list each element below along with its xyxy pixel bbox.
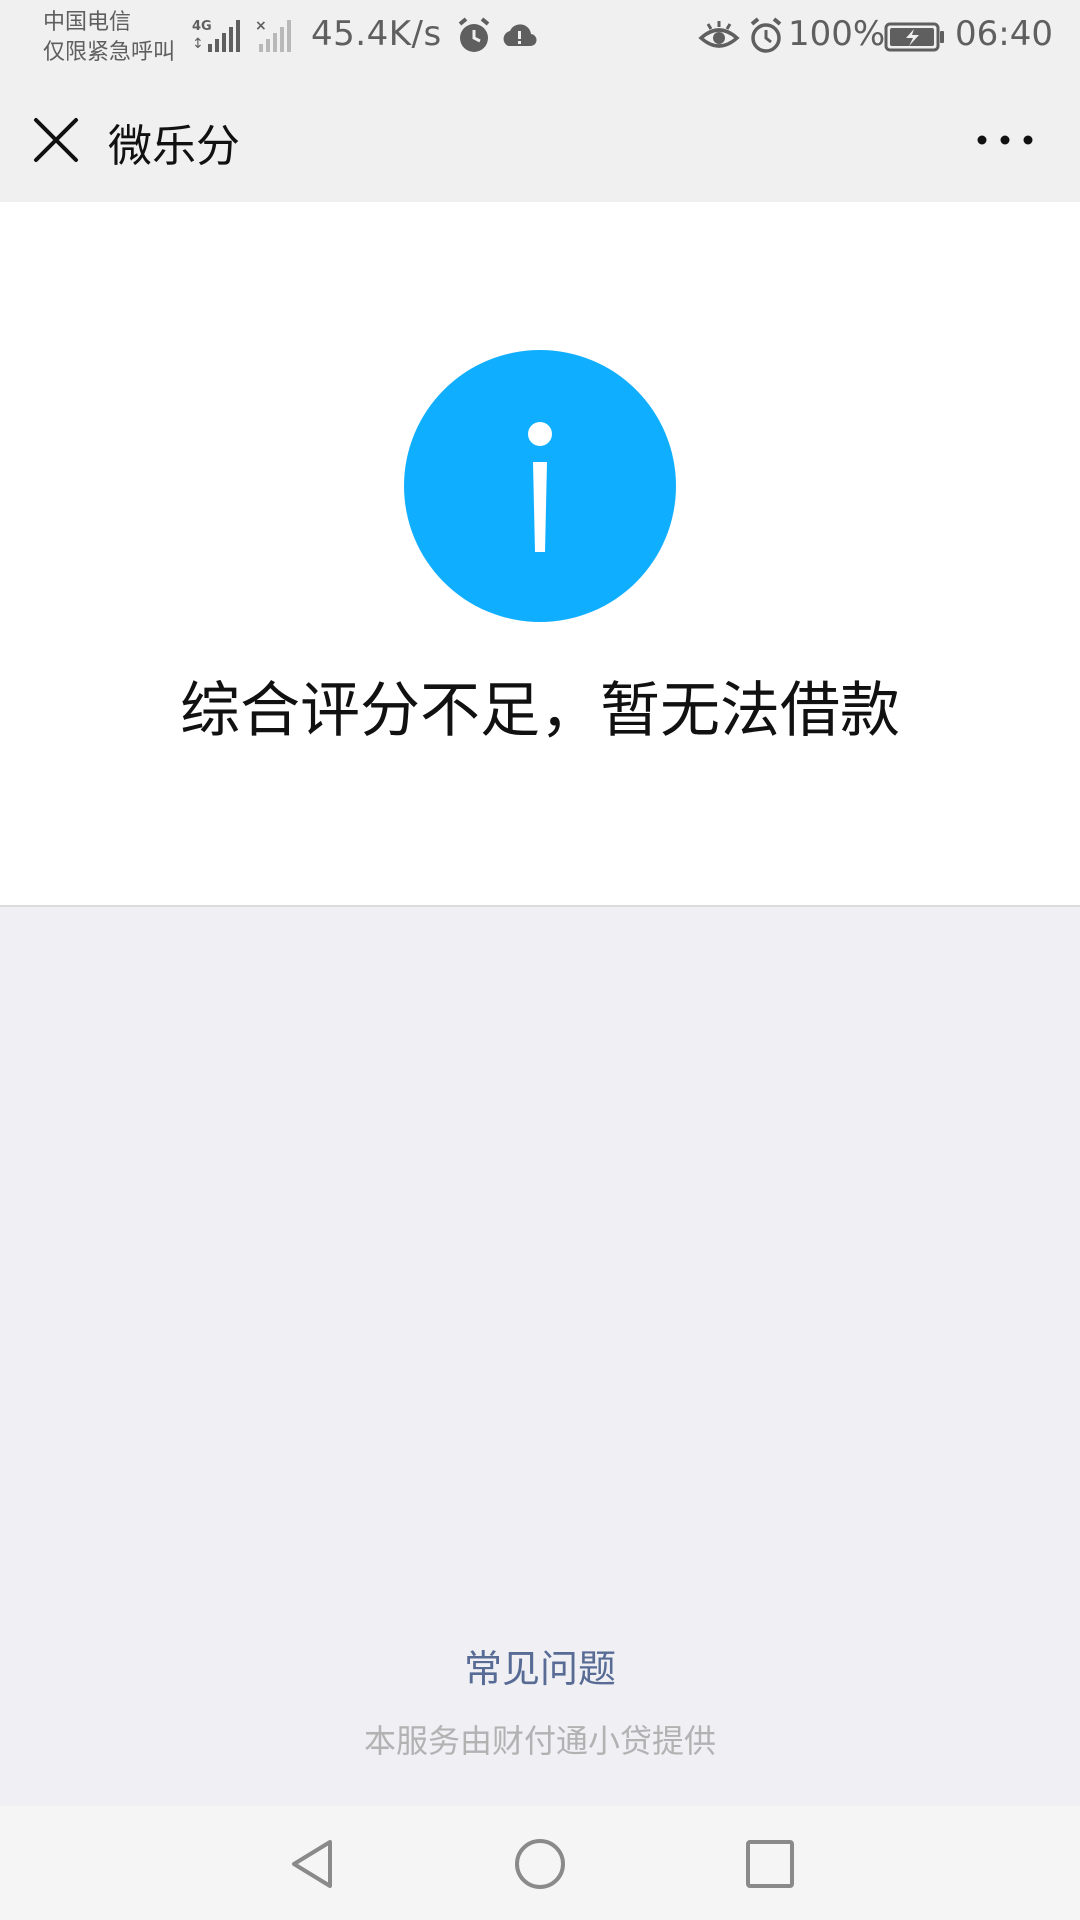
no-signal-icon: × (255, 18, 291, 52)
svg-text:↕: ↕ (192, 36, 204, 52)
signal-4g-icon: 4G ↕ (192, 19, 240, 52)
carrier-name: 中国电信 (43, 10, 132, 35)
more-icon[interactable] (970, 118, 1040, 162)
carrier-info: 中国电信 仅限紧急呼叫 (43, 8, 175, 68)
close-icon[interactable] (28, 112, 84, 168)
nav-bar: 微乐分 (0, 78, 1080, 202)
cloud-alert-icon (503, 24, 537, 47)
status-bar: 中国电信 仅限紧急呼叫 4G ↕ × 45.4K/s 100% 06:40 (0, 0, 1080, 78)
battery-charging-icon (884, 22, 944, 52)
result-message: 综合评分不足，暂无法借款 (180, 676, 900, 746)
network-type: 4G (192, 19, 212, 34)
page-title: 微乐分 (108, 121, 240, 172)
alarm-icon (458, 17, 490, 52)
battery-percent: 100% (788, 14, 886, 54)
svg-text:×: × (255, 18, 267, 34)
back-icon[interactable] (284, 1836, 340, 1892)
carrier-status: 仅限紧急呼叫 (43, 40, 176, 65)
faq-link[interactable]: 常见问题 (0, 1638, 1080, 1693)
home-icon[interactable] (512, 1836, 568, 1892)
recents-icon[interactable] (742, 1836, 798, 1892)
system-nav-bar (0, 1806, 1080, 1920)
eye-icon (698, 21, 740, 48)
alarm-icon (750, 17, 782, 53)
result-card: 综合评分不足，暂无法借款 (0, 202, 1080, 907)
net-speed: 45.4K/s (311, 14, 442, 54)
provider-note: 本服务由财付通小贷提供 (363, 1722, 716, 1760)
info-icon (404, 350, 676, 622)
clock: 06:40 (955, 14, 1053, 54)
